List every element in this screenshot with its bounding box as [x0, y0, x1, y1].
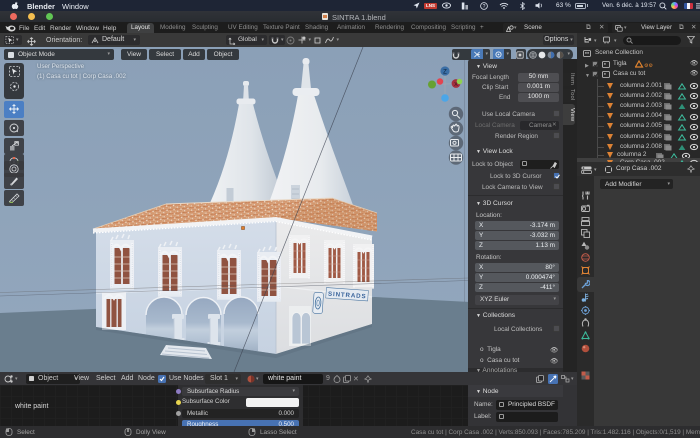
- svg-text:⚙⚙: ⚙⚙: [644, 63, 653, 68]
- svg-text:Z: Z: [443, 70, 447, 76]
- svg-text:?: ?: [483, 3, 486, 9]
